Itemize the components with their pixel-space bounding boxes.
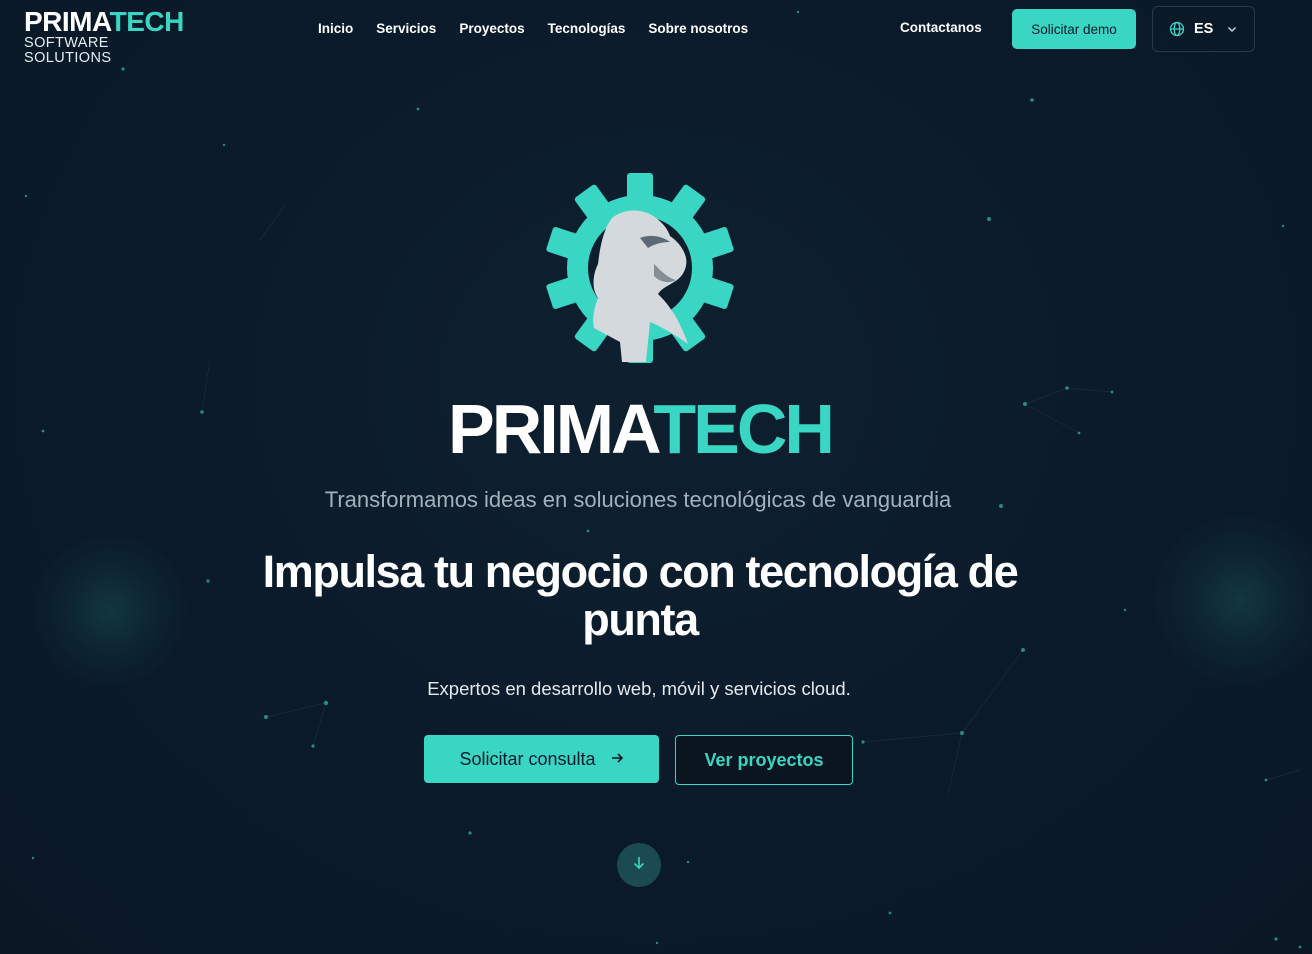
header-logo[interactable]: PRIMATECH SOFTWARE SOLUTIONS xyxy=(24,8,184,66)
particle-network-background xyxy=(24,10,1302,949)
request-demo-button[interactable]: Solicitar demo xyxy=(1012,9,1136,49)
language-code: ES xyxy=(1194,21,1214,37)
hero-headline: Impulsa tu negocio con tecnología de pun… xyxy=(262,546,1019,645)
view-projects-button[interactable]: Ver proyectos xyxy=(675,735,853,785)
nav-item-sobre-nosotros[interactable]: Sobre nosotros xyxy=(648,21,748,36)
logo-word-tech: TECH xyxy=(109,6,185,37)
logo-wordmark: PRIMATECH xyxy=(24,8,184,36)
hero-subline: Expertos en desarrollo web, móvil y serv… xyxy=(427,678,851,699)
globe-icon xyxy=(1169,21,1185,37)
ambient-glow-right xyxy=(1150,510,1312,690)
arrow-right-icon xyxy=(610,749,624,770)
nav-item-tecnologias[interactable]: Tecnologías xyxy=(548,21,626,36)
request-consultation-button[interactable]: Solicitar consulta xyxy=(424,735,659,783)
nav-item-proyectos[interactable]: Proyectos xyxy=(459,21,524,36)
logo-word-prima: PRIMA xyxy=(24,6,110,37)
contact-link[interactable]: Contactanos xyxy=(900,20,982,35)
request-consultation-label: Solicitar consulta xyxy=(459,748,596,769)
hero-brand-title: PRIMATECH xyxy=(0,392,1280,466)
ambient-glow-left xyxy=(30,530,190,690)
site-header: PRIMATECH SOFTWARE SOLUTIONS Inicio Serv… xyxy=(0,0,1312,66)
scroll-down-button[interactable] xyxy=(617,843,661,887)
nav-item-inicio[interactable]: Inicio xyxy=(318,21,353,36)
main-nav: Inicio Servicios Proyectos Tecnologías S… xyxy=(318,21,748,36)
nav-item-servicios[interactable]: Servicios xyxy=(376,21,436,36)
language-selector[interactable]: ES xyxy=(1152,6,1255,52)
brand-word-prima: PRIMA xyxy=(448,390,656,468)
logo-subtitle: SOFTWARE SOLUTIONS xyxy=(24,35,112,66)
chevron-down-icon xyxy=(1226,23,1238,35)
brand-word-tech: TECH xyxy=(653,390,835,468)
gear-ape-logo-icon xyxy=(542,172,738,364)
hero-tagline: Transformamos ideas en soluciones tecnol… xyxy=(324,487,952,512)
arrow-down-icon xyxy=(631,855,647,876)
landing-page: PRIMATECH SOFTWARE SOLUTIONS Inicio Serv… xyxy=(0,0,1312,954)
